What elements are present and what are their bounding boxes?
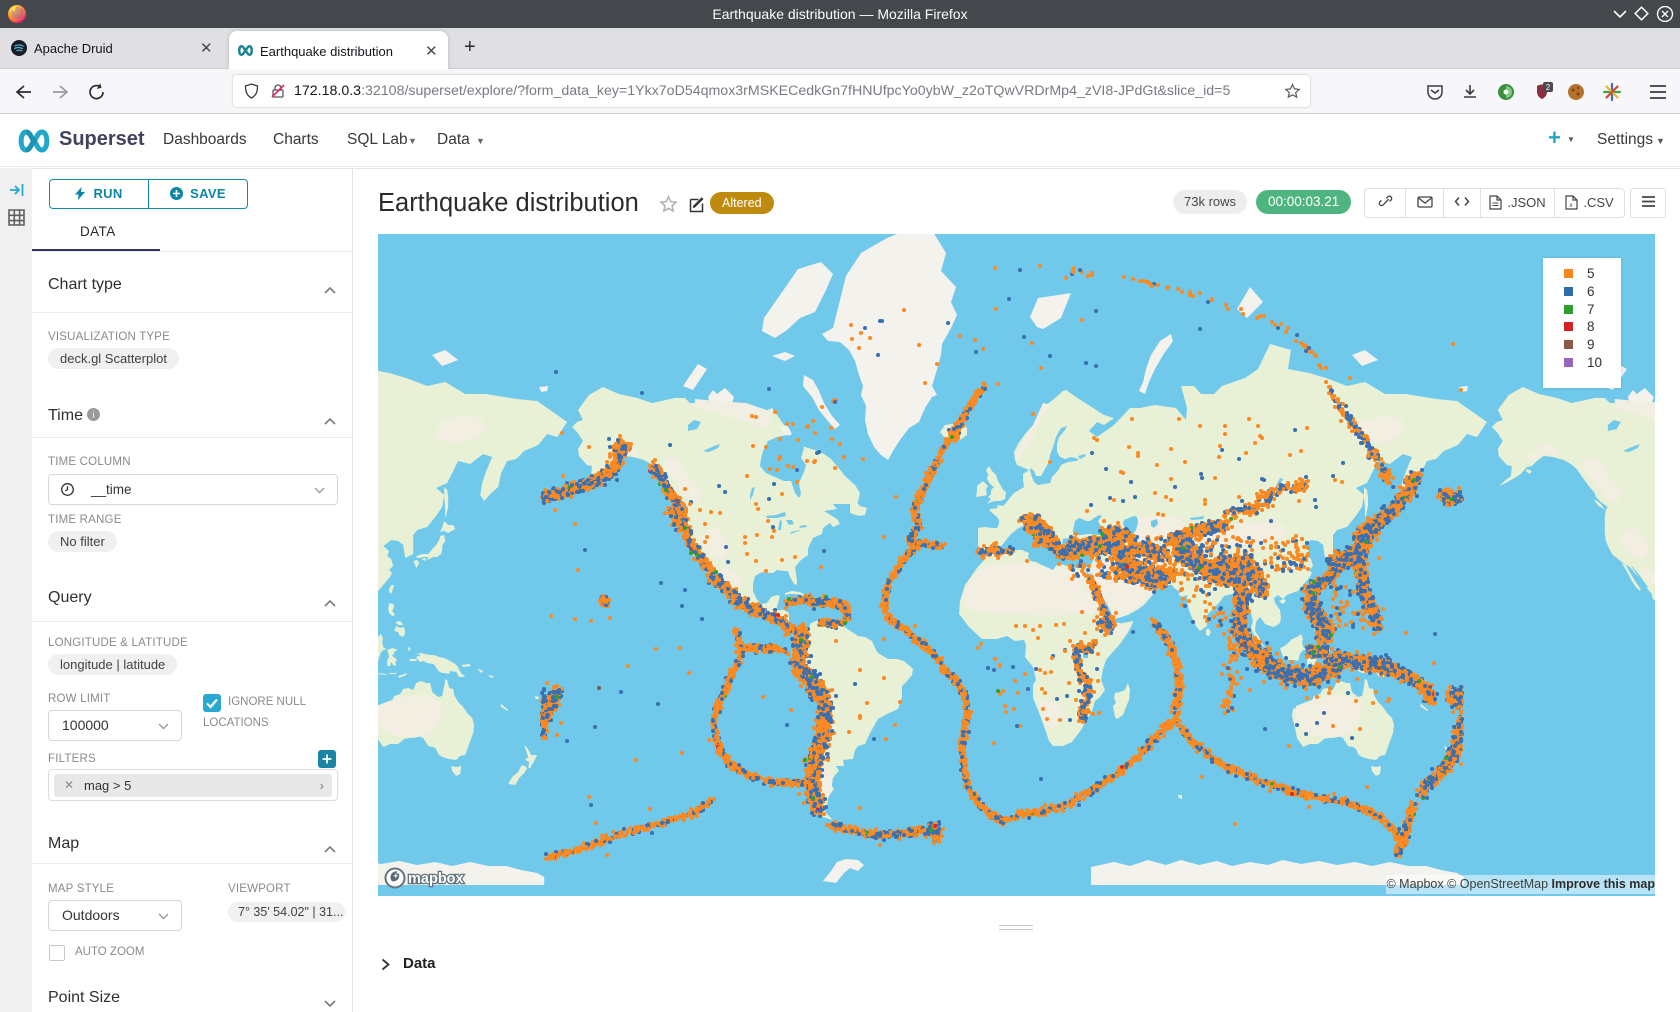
- svg-text:2: 2: [1546, 83, 1551, 92]
- svg-text:x: x: [1570, 202, 1574, 209]
- svg-text:mapbox: mapbox: [408, 871, 464, 887]
